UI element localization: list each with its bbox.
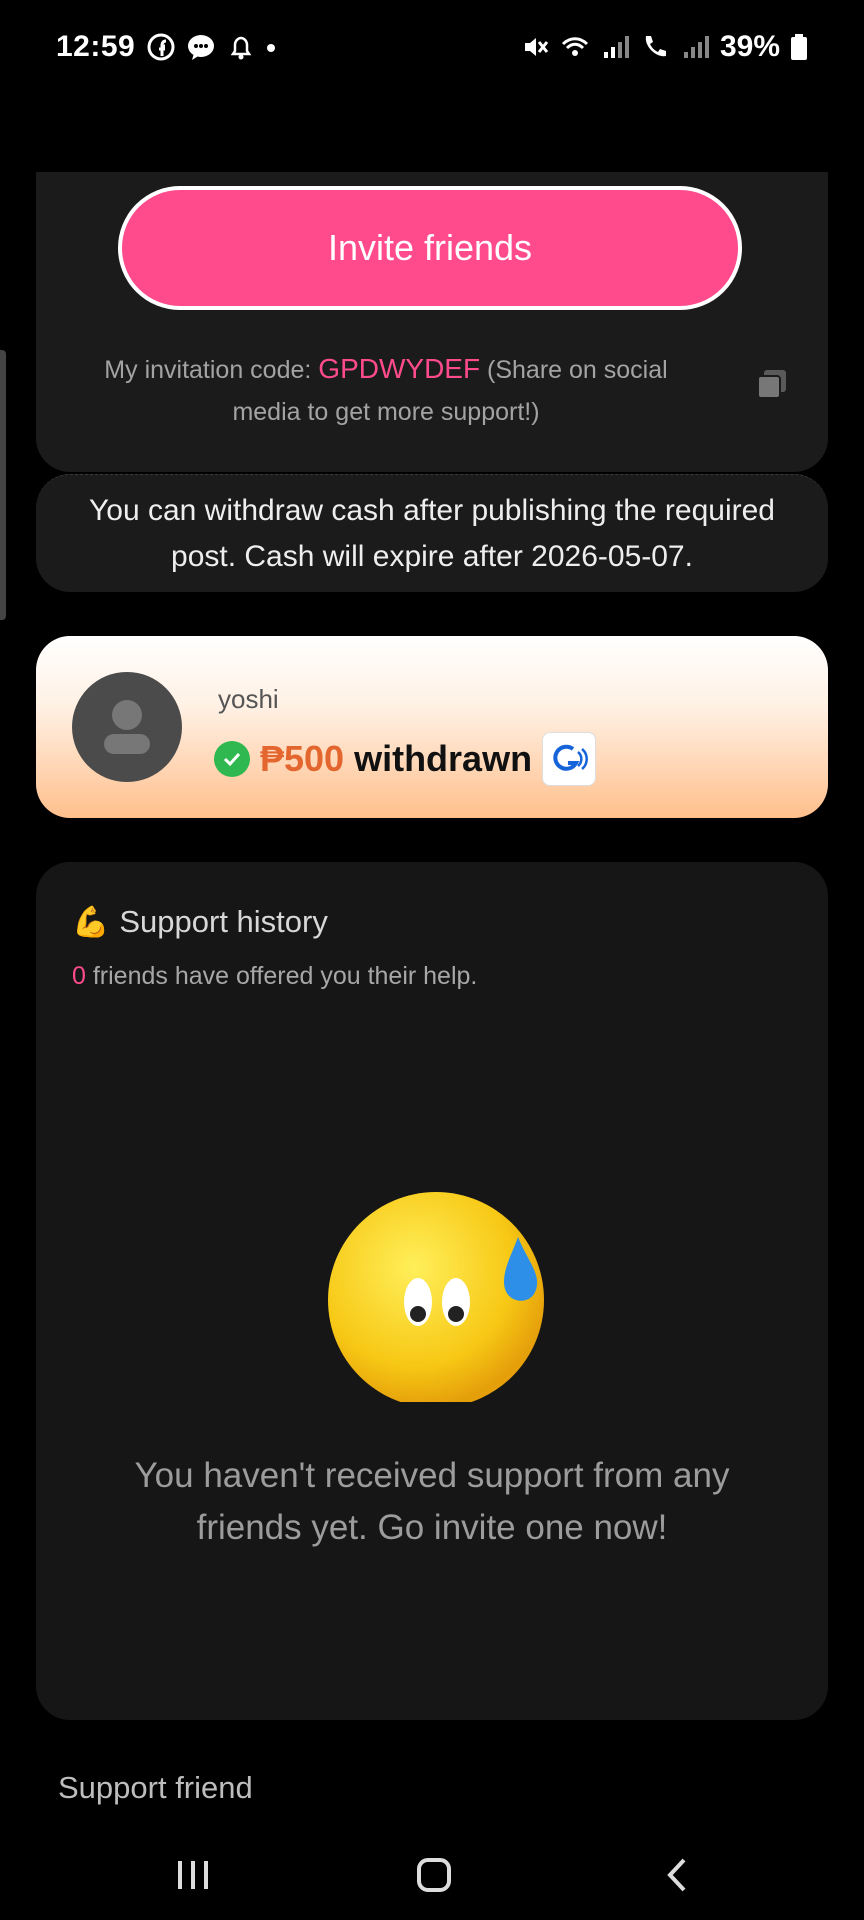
wifi-calling-icon (645, 36, 666, 57)
battery-icon (791, 34, 807, 60)
mute-icon (524, 38, 549, 56)
avatar (72, 672, 182, 782)
invite-friends-button[interactable]: Invite friends (118, 186, 742, 310)
back-button[interactable] (647, 1850, 707, 1900)
empty-state-text: You haven't received support from any fr… (134, 1456, 730, 1547)
back-icon (667, 1858, 686, 1892)
navigation-bar (0, 1830, 864, 1920)
username: yoshi (218, 684, 279, 714)
copy-icon[interactable] (752, 364, 792, 404)
gcash-logo-icon (542, 732, 597, 786)
support-count-label: friends have offered you their help. (85, 962, 478, 990)
withdraw-notice: You can withdraw cash after publishing t… (36, 474, 828, 592)
invitation-code-value: GPDWYDEF (318, 353, 481, 384)
edge-panel-handle[interactable] (0, 350, 6, 620)
withdrawal-row: ₱500 withdrawn (214, 732, 597, 786)
support-history-card: 💪 Support history 0 friends have offered… (36, 862, 828, 1720)
invite-card: Invite friends My invitation code: GPDWY… (36, 172, 828, 472)
support-friend-heading: Support friend (58, 1770, 253, 1805)
wifi-icon (561, 37, 589, 56)
home-button[interactable] (404, 1850, 464, 1900)
dot-icon (267, 44, 275, 52)
messenger-icon (188, 35, 214, 60)
battery-percent: 39% (719, 30, 780, 63)
sweat-face-icon (328, 1192, 544, 1402)
support-history-label: Support history (119, 904, 328, 939)
recent-apps-icon (178, 1861, 208, 1889)
facebook-icon (147, 33, 175, 61)
home-icon (417, 1858, 451, 1892)
invitation-code-text: My invitation code: GPDWYDEF (Share on s… (96, 348, 676, 433)
bell-icon (230, 36, 252, 60)
status-time: 12:59 (56, 30, 136, 63)
flexed-biceps-icon: 💪 (72, 905, 110, 939)
check-circle-icon (214, 741, 250, 777)
notification-icons (146, 32, 276, 62)
signal-icon (603, 36, 629, 58)
signal-2-icon (683, 36, 709, 58)
recent-apps-button[interactable] (163, 1850, 223, 1900)
withdrawal-banner: yoshi ₱500 withdrawn (36, 636, 828, 818)
support-count: 0 (72, 962, 86, 990)
system-icons: 39% (520, 30, 808, 64)
support-history-title: 💪 Support history (72, 904, 328, 940)
support-count-text: 0 friends have offered you their help. (72, 962, 477, 991)
withdrawn-amount: ₱500 (260, 738, 345, 779)
invitation-code-prefix: My invitation code: (104, 356, 319, 384)
withdrawn-status: withdrawn (354, 738, 533, 779)
status-bar: 12:59 39% (0, 0, 864, 100)
